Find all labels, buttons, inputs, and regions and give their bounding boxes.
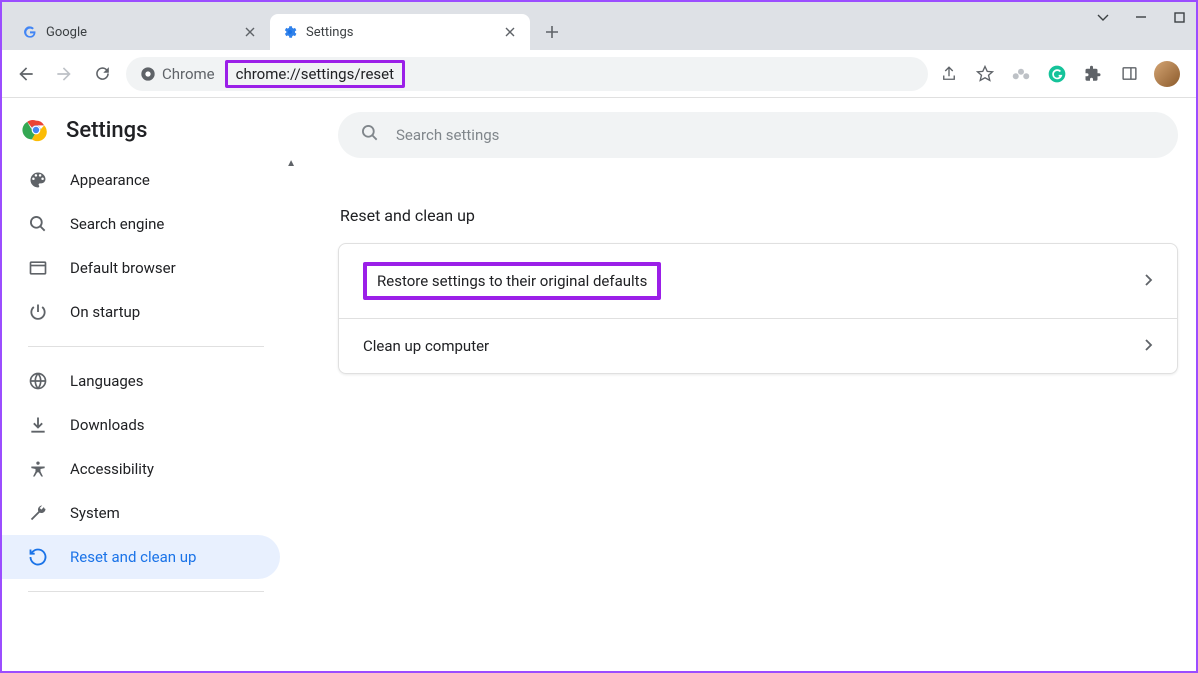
sidebar-item-downloads[interactable]: Downloads	[2, 403, 280, 447]
extensions-puzzle-icon[interactable]	[1082, 63, 1104, 85]
row-label: Clean up computer	[363, 337, 489, 355]
sidebar-item-label: System	[70, 504, 120, 522]
chrome-icon	[140, 66, 156, 82]
settings-sidebar[interactable]: Appearance Search engine Default browser…	[2, 158, 298, 671]
browser-tabstrip: Google Settings	[2, 2, 1196, 50]
tab-settings[interactable]: Settings	[270, 14, 530, 50]
grammarly-icon[interactable]	[1046, 63, 1068, 85]
sidebar-item-label: Downloads	[70, 416, 145, 434]
url-text: chrome://settings/reset	[225, 60, 405, 88]
settings-favicon	[282, 24, 298, 40]
sidebar-item-label: Default browser	[70, 259, 176, 277]
page-content: Settings ▲ Appearance Search engine Defa…	[2, 98, 1196, 671]
scheme-label: Chrome	[162, 65, 215, 83]
reload-button[interactable]	[88, 60, 116, 88]
share-icon[interactable]	[938, 63, 960, 85]
accessibility-icon	[28, 459, 48, 479]
wrench-icon	[28, 503, 48, 523]
globe-icon	[28, 371, 48, 391]
side-panel-icon[interactable]	[1118, 63, 1140, 85]
palette-icon	[28, 170, 48, 190]
row-restore-defaults[interactable]: Restore settings to their original defau…	[339, 244, 1177, 318]
left-column: Settings ▲ Appearance Search engine Defa…	[2, 98, 298, 671]
sidebar-divider	[28, 591, 264, 592]
main-panel: Reset and clean up Restore settings to t…	[298, 98, 1196, 671]
bookmark-star-icon[interactable]	[974, 63, 996, 85]
chrome-scheme-chip: Chrome	[140, 65, 215, 83]
close-icon[interactable]	[502, 24, 518, 40]
sidebar-item-label: Reset and clean up	[70, 548, 196, 566]
forward-button[interactable]	[50, 60, 78, 88]
sidebar-item-label: Accessibility	[70, 460, 154, 478]
tab-title: Google	[46, 25, 234, 40]
sidebar-item-system[interactable]: System	[2, 491, 280, 535]
sidebar-item-label: Appearance	[70, 171, 150, 189]
page-title: Settings	[66, 118, 147, 143]
sidebar-item-search-engine[interactable]: Search engine	[2, 202, 280, 246]
sidebar-item-languages[interactable]: Languages	[2, 359, 280, 403]
close-icon[interactable]	[242, 24, 258, 40]
back-button[interactable]	[12, 60, 40, 88]
tab-google[interactable]: Google	[10, 14, 270, 50]
reset-card: Restore settings to their original defau…	[338, 243, 1178, 374]
sidebar-item-label: On startup	[70, 303, 140, 321]
chevron-right-icon	[1145, 337, 1153, 355]
search-icon	[28, 214, 48, 234]
sidebar-item-reset-cleanup[interactable]: Reset and clean up	[2, 535, 280, 579]
chevron-down-icon[interactable]	[1094, 8, 1112, 26]
toolbar-actions	[938, 61, 1186, 87]
search-settings-bar[interactable]	[338, 112, 1178, 158]
scroll-up-arrow-icon[interactable]: ▲	[286, 158, 296, 169]
browser-toolbar: Chrome chrome://settings/reset	[2, 50, 1196, 98]
sidebar-divider	[28, 346, 264, 347]
window-icon	[28, 258, 48, 278]
section-title: Reset and clean up	[340, 206, 1180, 225]
google-favicon	[22, 24, 38, 40]
profile-avatar[interactable]	[1154, 61, 1180, 87]
window-controls	[1094, 8, 1188, 26]
chrome-logo-icon	[22, 116, 50, 144]
sidebar-item-label: Search engine	[70, 215, 164, 233]
minimize-icon[interactable]	[1132, 8, 1150, 26]
sidebar-item-appearance[interactable]: Appearance	[2, 158, 280, 202]
search-settings-input[interactable]	[396, 126, 1156, 144]
sidebar-item-label: Languages	[70, 372, 144, 390]
row-label: Restore settings to their original defau…	[363, 262, 661, 300]
new-tab-button[interactable]	[538, 18, 566, 46]
extension-icon[interactable]	[1010, 63, 1032, 85]
sidebar-item-default-browser[interactable]: Default browser	[2, 246, 280, 290]
maximize-icon[interactable]	[1170, 8, 1188, 26]
download-icon	[28, 415, 48, 435]
restore-icon	[28, 547, 48, 567]
sidebar-item-on-startup[interactable]: On startup	[2, 290, 280, 334]
search-icon	[360, 123, 380, 147]
page-header: Settings	[2, 98, 298, 158]
tab-title: Settings	[306, 25, 494, 40]
chevron-right-icon	[1145, 272, 1153, 290]
power-icon	[28, 302, 48, 322]
address-bar[interactable]: Chrome chrome://settings/reset	[126, 57, 928, 91]
row-clean-up-computer[interactable]: Clean up computer	[339, 318, 1177, 373]
sidebar-item-accessibility[interactable]: Accessibility	[2, 447, 280, 491]
